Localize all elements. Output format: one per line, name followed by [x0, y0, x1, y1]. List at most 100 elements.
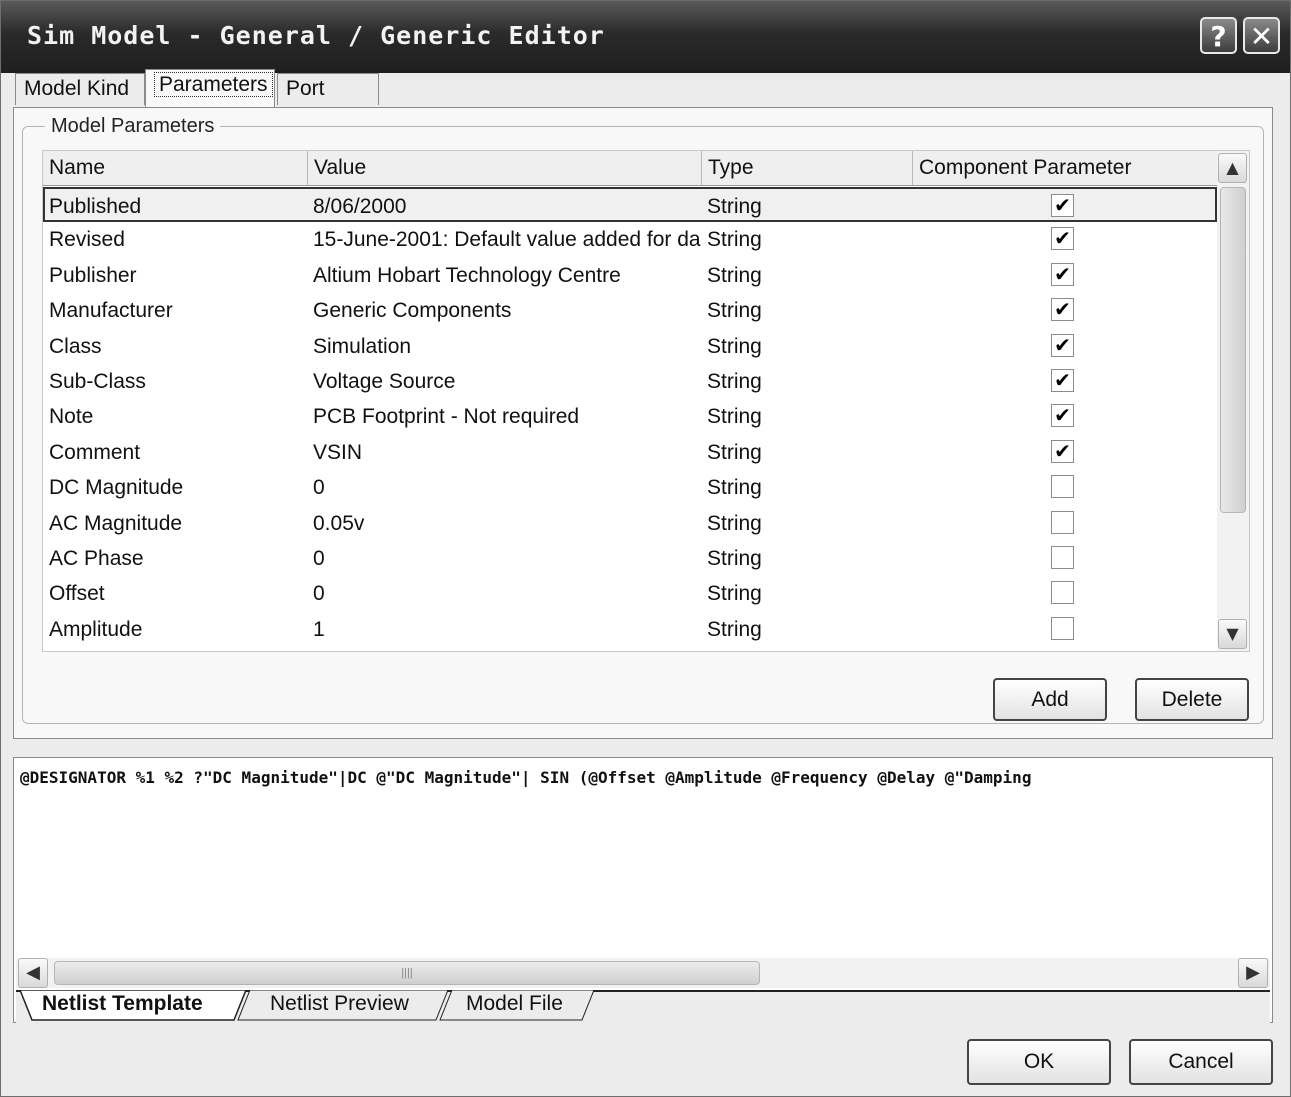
- parameter-name-cell[interactable]: Revised: [49, 222, 304, 257]
- table-row[interactable]: Amplitude 1 String: [43, 612, 1217, 647]
- parameter-type-cell[interactable]: String: [707, 470, 907, 505]
- bottom-tab-strip: Netlist Template Netlist Preview Model F…: [16, 990, 1270, 1024]
- parameter-name-cell[interactable]: Class: [49, 329, 304, 364]
- table-row[interactable]: Sub-Class Voltage Source String ✔: [43, 364, 1217, 399]
- grid-header: Name Value Type Component Parameter: [43, 151, 1217, 186]
- column-header-name[interactable]: Name: [43, 151, 308, 185]
- table-row[interactable]: AC Phase 0 String: [43, 541, 1217, 576]
- horizontal-scroll-thumb[interactable]: ||||: [54, 961, 760, 985]
- parameter-value-cell[interactable]: PCB Footprint - Not required: [313, 399, 705, 434]
- component-parameter-checkbox[interactable]: ✔: [1051, 194, 1074, 217]
- tab-port-map[interactable]: Port Map: [277, 73, 379, 130]
- component-parameter-checkbox[interactable]: ✔: [1051, 298, 1074, 322]
- component-parameter-checkbox[interactable]: ✔: [1051, 369, 1074, 392]
- help-button[interactable]: ?: [1200, 17, 1237, 54]
- parameter-name-cell[interactable]: Manufacturer: [49, 293, 304, 328]
- component-parameter-checkbox[interactable]: ✔: [1051, 333, 1074, 357]
- component-parameter-checkbox[interactable]: ✔: [1051, 262, 1074, 286]
- parameter-type-cell[interactable]: String: [707, 576, 907, 611]
- column-header-type[interactable]: Type: [702, 151, 913, 185]
- parameter-value-cell[interactable]: 15-June-2001: Default value added for da: [313, 222, 705, 257]
- table-row[interactable]: Note PCB Footprint - Not required String ✔: [43, 399, 1217, 434]
- parameter-name-cell[interactable]: AC Phase: [49, 541, 304, 576]
- parameter-value-cell[interactable]: 0: [313, 541, 705, 576]
- component-parameter-checkbox[interactable]: [1051, 475, 1074, 499]
- table-row[interactable]: Revised 15-June-2001: Default value added…: [43, 222, 1217, 257]
- parameter-value-cell[interactable]: Simulation: [313, 329, 705, 364]
- parameter-value-cell[interactable]: VSIN: [313, 435, 705, 470]
- vertical-scrollbar[interactable]: ▲ ▼: [1217, 151, 1249, 651]
- tab-netlist-template[interactable]: Netlist Template: [42, 990, 203, 1022]
- tab-netlist-preview[interactable]: Netlist Preview: [270, 990, 409, 1022]
- parameter-type-cell[interactable]: String: [707, 329, 907, 364]
- parameter-name-cell[interactable]: Note: [49, 399, 304, 434]
- parameter-value-cell[interactable]: 0: [313, 470, 705, 505]
- table-row[interactable]: Comment VSIN String ✔: [43, 435, 1217, 470]
- sim-model-dialog: Sim Model - General / Generic Editor ? ✕…: [0, 0, 1291, 1097]
- tab-model-kind[interactable]: Model Kind: [15, 73, 145, 105]
- scroll-right-icon[interactable]: ▶: [1238, 958, 1268, 988]
- parameter-name-cell[interactable]: Offset: [49, 576, 304, 611]
- parameter-value-cell[interactable]: 1: [313, 612, 705, 647]
- table-row[interactable]: AC Magnitude 0.05v String: [43, 506, 1217, 541]
- parameter-type-cell[interactable]: String: [707, 541, 907, 576]
- component-parameter-checkbox[interactable]: ✔: [1051, 227, 1074, 251]
- parameter-name-cell[interactable]: Published: [49, 189, 304, 224]
- parameter-type-cell[interactable]: String: [707, 435, 907, 470]
- close-button[interactable]: ✕: [1243, 17, 1280, 54]
- tab-parameters[interactable]: Parameters: [145, 69, 275, 107]
- parameter-name-cell[interactable]: Comment: [49, 435, 304, 470]
- ok-button[interactable]: OK: [967, 1039, 1111, 1085]
- scroll-left-icon[interactable]: ◀: [18, 958, 48, 988]
- parameter-type-cell[interactable]: String: [707, 189, 907, 224]
- tab-model-file[interactable]: Model File: [466, 990, 563, 1022]
- component-parameter-checkbox[interactable]: [1051, 581, 1074, 605]
- horizontal-scrollbar[interactable]: ◀ |||| ▶: [16, 958, 1270, 988]
- add-button[interactable]: Add: [993, 678, 1107, 721]
- component-parameter-checkbox[interactable]: [1051, 510, 1074, 534]
- parameter-type-cell[interactable]: String: [707, 364, 907, 399]
- group-title: Model Parameters: [45, 115, 221, 138]
- table-row[interactable]: Class Simulation String ✔: [43, 329, 1217, 364]
- table-row[interactable]: Offset 0 String: [43, 576, 1217, 611]
- parameter-value-cell[interactable]: 8/06/2000: [313, 189, 705, 224]
- parameter-type-cell[interactable]: String: [707, 293, 907, 328]
- table-row[interactable]: DC Magnitude 0 String: [43, 470, 1217, 505]
- table-row[interactable]: Published 8/06/2000 String ✔: [43, 187, 1217, 222]
- parameter-type-cell[interactable]: String: [707, 399, 907, 434]
- cancel-button[interactable]: Cancel: [1129, 1039, 1273, 1085]
- title-bar[interactable]: Sim Model - General / Generic Editor ? ✕: [1, 1, 1290, 73]
- delete-button[interactable]: Delete: [1135, 678, 1249, 721]
- parameter-name-cell[interactable]: AC Magnitude: [49, 506, 304, 541]
- tab-label: Parameters: [154, 72, 273, 97]
- component-parameter-checkbox[interactable]: [1051, 546, 1074, 569]
- parameter-type-cell[interactable]: String: [707, 258, 907, 293]
- parameters-grid: Name Value Type Component Parameter Publ…: [42, 150, 1250, 652]
- column-header-value[interactable]: Value: [308, 151, 702, 185]
- table-row[interactable]: Publisher Altium Hobart Technology Centre…: [43, 258, 1217, 293]
- scroll-thumb[interactable]: [1220, 187, 1246, 513]
- parameter-value-cell[interactable]: Altium Hobart Technology Centre: [313, 258, 705, 293]
- component-parameter-checkbox[interactable]: ✔: [1051, 439, 1074, 463]
- table-row[interactable]: Manufacturer Generic Components String ✔: [43, 293, 1217, 328]
- parameter-type-cell[interactable]: String: [707, 506, 907, 541]
- parameter-value-cell[interactable]: Generic Components: [313, 293, 705, 328]
- parameter-name-cell[interactable]: DC Magnitude: [49, 470, 304, 505]
- parameter-value-cell[interactable]: 0: [313, 576, 705, 611]
- column-header-component-parameter[interactable]: Component Parameter: [913, 151, 1217, 185]
- parameter-value-cell[interactable]: Voltage Source: [313, 364, 705, 399]
- parameter-name-cell[interactable]: Sub-Class: [49, 364, 304, 399]
- scroll-up-icon[interactable]: ▲: [1218, 153, 1247, 183]
- tab-label: Model Kind: [24, 77, 130, 100]
- parameter-type-cell[interactable]: String: [707, 612, 907, 647]
- netlist-panel: @DESIGNATOR %1 %2 ?"DC Magnitude"|DC @"D…: [13, 757, 1273, 1024]
- component-parameter-checkbox[interactable]: ✔: [1051, 404, 1074, 428]
- parameter-value-cell[interactable]: 0.05v: [313, 506, 705, 541]
- netlist-template-text[interactable]: @DESIGNATOR %1 %2 ?"DC Magnitude"|DC @"D…: [20, 768, 1031, 787]
- scroll-down-icon[interactable]: ▼: [1218, 619, 1247, 649]
- window-title: Sim Model - General / Generic Editor: [27, 21, 605, 50]
- parameter-name-cell[interactable]: Amplitude: [49, 612, 304, 647]
- parameter-name-cell[interactable]: Publisher: [49, 258, 304, 293]
- component-parameter-checkbox[interactable]: [1051, 616, 1074, 640]
- parameter-type-cell[interactable]: String: [707, 222, 907, 257]
